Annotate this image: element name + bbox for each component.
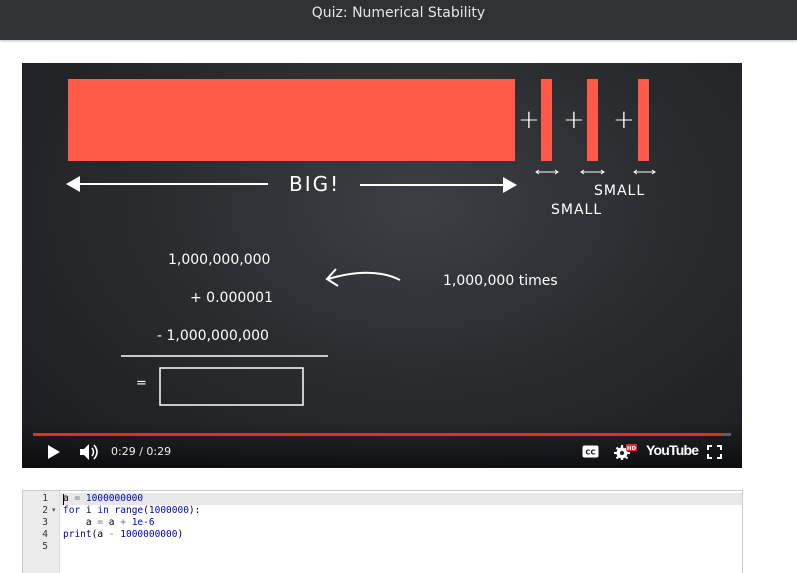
code-token: in xyxy=(97,505,109,516)
youtube-logo[interactable]: YouTube xyxy=(646,442,699,458)
code-token: a xyxy=(103,517,121,528)
line-number: 4 xyxy=(42,529,48,540)
text-cursor xyxy=(63,494,64,505)
code-token: 1e-6 xyxy=(131,517,155,528)
number-line-3: - 1,000,000,000 xyxy=(157,328,269,344)
play-icon[interactable] xyxy=(47,444,61,460)
settings-icon[interactable]: HD xyxy=(614,444,638,460)
big-label: BIG! xyxy=(289,172,341,196)
small-bar-2 xyxy=(587,79,598,161)
code-line[interactable]: print(a - 1000000000) xyxy=(63,529,183,541)
code-line[interactable]: a = a + 1e-6 xyxy=(63,517,155,529)
code-token: 1000000000 xyxy=(85,493,144,504)
fold-toggle-icon[interactable]: ▾ xyxy=(52,506,56,514)
code-token: ): xyxy=(188,505,201,516)
number-line-2: + 0.000001 xyxy=(190,290,273,306)
line-number: 5 xyxy=(42,541,48,552)
small-label-1: SMALL xyxy=(594,183,646,199)
answer-box xyxy=(159,367,304,406)
small-label-2: SMALL xyxy=(551,202,603,218)
code-token: a xyxy=(63,493,75,504)
active-line-highlight xyxy=(60,493,742,505)
captions-icon[interactable]: CC xyxy=(582,445,599,458)
progress-bar[interactable] xyxy=(33,433,731,436)
curved-arrow xyxy=(327,271,401,281)
big-bar xyxy=(68,79,515,161)
code-token: i xyxy=(80,505,98,516)
small-arrows xyxy=(535,169,656,175)
number-line-1: 1,000,000,000 xyxy=(168,252,271,268)
code-token: 1000000 xyxy=(148,505,189,516)
code-token: 1000000000 xyxy=(120,529,178,540)
volume-icon[interactable] xyxy=(79,443,101,461)
equals-sign: = xyxy=(136,376,147,391)
small-bar-1 xyxy=(541,79,552,161)
fullscreen-icon[interactable] xyxy=(707,445,722,459)
plus-sign-2: + xyxy=(563,105,585,135)
code-token: range xyxy=(114,505,144,516)
code-token: a xyxy=(63,517,98,528)
plus-sign-1: + xyxy=(518,105,540,135)
time-display: 0:29 / 0:29 xyxy=(111,445,172,458)
line-gutter: 1 2 ▾ 3 4 5 xyxy=(23,491,60,573)
code-line[interactable]: for i in range(1000000): xyxy=(63,505,200,517)
line-number: 1 xyxy=(42,493,48,504)
code-token: print xyxy=(63,529,92,540)
code-token: ) xyxy=(177,529,184,540)
line-number: 2 xyxy=(42,505,48,516)
top-bar: Quiz: Numerical Stability xyxy=(0,0,797,40)
plus-sign-3: + xyxy=(613,105,635,135)
code-token: for xyxy=(63,505,81,516)
small-bar-3 xyxy=(638,79,649,161)
line-number: 3 xyxy=(42,517,48,528)
times-label: 1,000,000 times xyxy=(443,273,558,289)
code-editor[interactable]: 1 2 ▾ 3 4 5 a = 1000000000 for i in range… xyxy=(22,490,743,573)
progress-fill xyxy=(33,433,721,436)
code-token: (a xyxy=(91,529,109,540)
page-title: Quiz: Numerical Stability xyxy=(311,5,486,21)
video-player[interactable]: + + + BIG! SMALL SMALL 1,000,000,000 + 0… xyxy=(22,63,742,468)
code-line[interactable]: a = 1000000000 xyxy=(63,493,143,505)
svg-text:CC: CC xyxy=(585,449,595,457)
svg-text:HD: HD xyxy=(627,446,637,452)
